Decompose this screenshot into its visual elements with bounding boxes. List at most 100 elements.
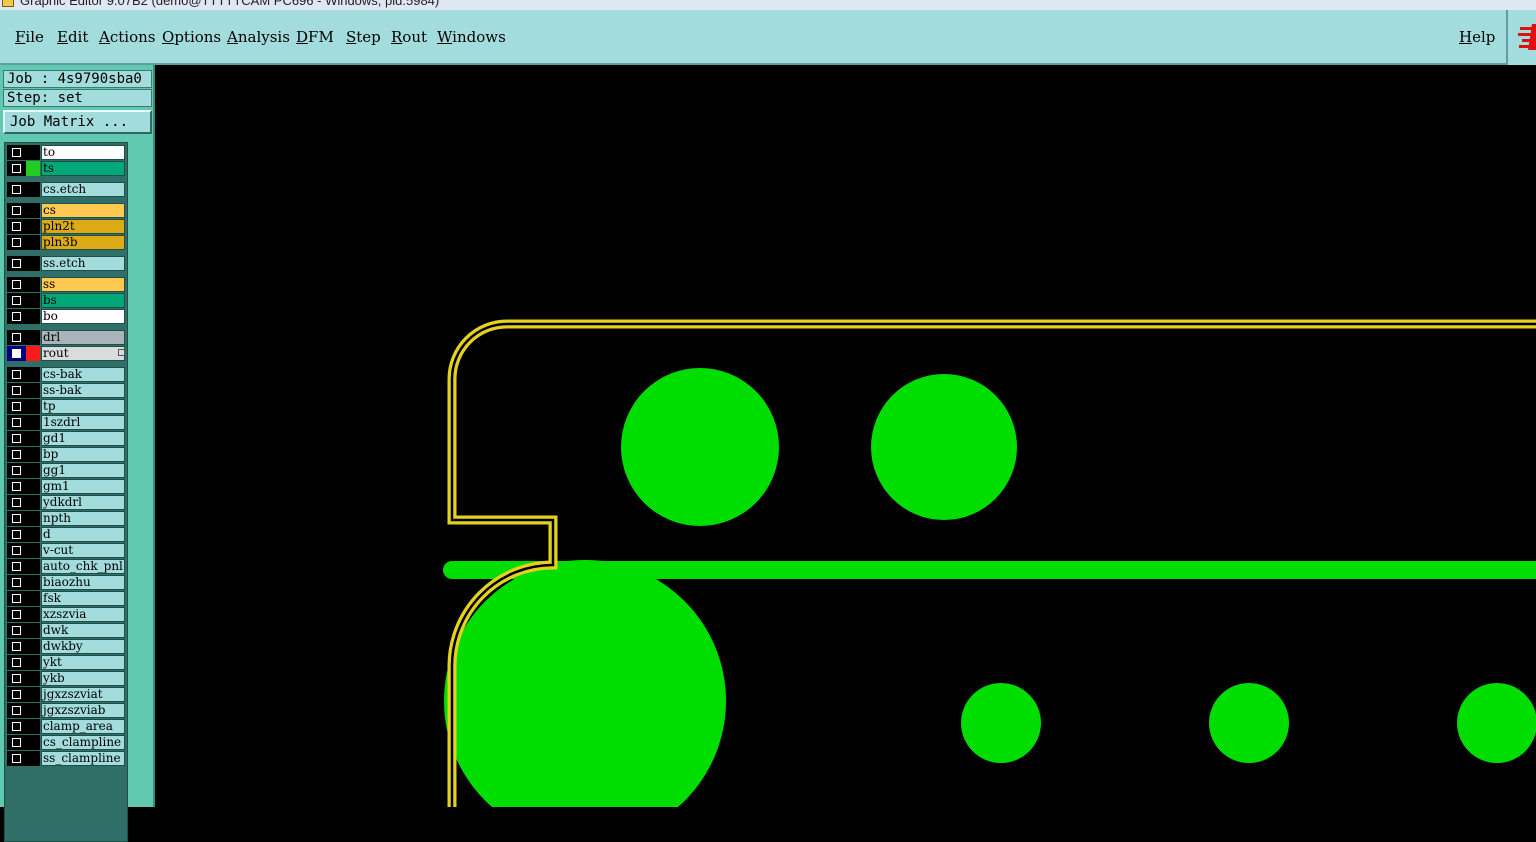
layer-row[interactable]: rout <box>5 346 127 362</box>
layer-row[interactable]: cs.etch <box>5 182 127 198</box>
layer-work-indicator[interactable] <box>26 346 40 361</box>
layer-row[interactable]: fsk <box>5 591 127 607</box>
layer-checkbox[interactable] <box>7 543 26 558</box>
layer-display-indicator[interactable] <box>26 511 40 526</box>
layer-row[interactable]: ykb <box>5 671 127 687</box>
layer-display-indicator[interactable] <box>26 751 40 766</box>
layer-row[interactable]: bp <box>5 447 127 463</box>
layer-row[interactable]: cs <box>5 203 127 219</box>
layer-checkbox[interactable] <box>7 431 26 446</box>
layer-display-indicator[interactable] <box>26 415 40 430</box>
layer-name[interactable]: drl <box>41 330 125 345</box>
layer-name[interactable]: ykt <box>41 655 125 670</box>
layer-checkbox[interactable] <box>7 346 26 361</box>
layer-display-indicator[interactable] <box>26 719 40 734</box>
layer-row[interactable]: pln2t <box>5 219 127 235</box>
menu-file[interactable]: File <box>15 28 44 46</box>
layer-display-indicator[interactable] <box>26 277 40 292</box>
layer-checkbox[interactable] <box>7 235 26 250</box>
layer-checkbox[interactable] <box>7 479 26 494</box>
layer-name[interactable]: ykb <box>41 671 125 686</box>
layer-display-indicator[interactable] <box>26 182 40 197</box>
layer-display-indicator[interactable] <box>26 479 40 494</box>
layer-checkbox[interactable] <box>7 415 26 430</box>
menu-options[interactable]: Options <box>162 28 221 46</box>
layer-display-indicator[interactable] <box>26 623 40 638</box>
layer-name[interactable]: d <box>41 527 125 542</box>
layer-name[interactable]: ss.etch <box>41 256 125 271</box>
layer-name[interactable]: jgxzszviab <box>41 703 125 718</box>
layer-display-indicator[interactable] <box>26 145 40 160</box>
menu-rout[interactable]: Rout <box>391 28 427 46</box>
layer-display-indicator[interactable] <box>26 447 40 462</box>
menu-analysis[interactable]: Analysis <box>227 28 290 46</box>
layer-checkbox[interactable] <box>7 145 26 160</box>
layer-checkbox[interactable] <box>7 309 26 324</box>
layer-row[interactable]: jgxzszviat <box>5 687 127 703</box>
layer-name[interactable]: ydkdrl <box>41 495 125 510</box>
layer-display-indicator[interactable] <box>26 559 40 574</box>
layer-name[interactable]: fsk <box>41 591 125 606</box>
layer-row[interactable]: clamp_area <box>5 719 127 735</box>
layer-display-indicator[interactable] <box>26 235 40 250</box>
layer-row[interactable]: pln3b <box>5 235 127 251</box>
layer-name[interactable]: 1szdrl <box>41 415 125 430</box>
layer-row[interactable]: bs <box>5 293 127 309</box>
layer-row[interactable]: ykt <box>5 655 127 671</box>
menu-dfm[interactable]: DFM <box>296 28 334 46</box>
layer-display-indicator[interactable] <box>26 543 40 558</box>
layer-display-indicator[interactable] <box>26 575 40 590</box>
layer-checkbox[interactable] <box>7 511 26 526</box>
layer-row[interactable]: ss <box>5 277 127 293</box>
layer-display-indicator[interactable] <box>26 293 40 308</box>
menu-step[interactable]: Step <box>346 28 381 46</box>
layer-name[interactable]: ss_clampline <box>41 751 125 766</box>
layer-row[interactable]: d <box>5 527 127 543</box>
layer-name[interactable]: xzszvia <box>41 607 125 622</box>
layer-checkbox[interactable] <box>7 591 26 606</box>
layer-name[interactable]: bs <box>41 293 125 308</box>
layer-checkbox[interactable] <box>7 447 26 462</box>
menu-edit[interactable]: Edit <box>57 28 88 46</box>
layer-name[interactable]: dwkby <box>41 639 125 654</box>
layer-row[interactable]: ss.etch <box>5 256 127 272</box>
layer-row[interactable]: biaozhu <box>5 575 127 591</box>
layer-checkbox[interactable] <box>7 575 26 590</box>
layer-row[interactable]: xzszvia <box>5 607 127 623</box>
menu-windows[interactable]: Windows <box>437 28 506 46</box>
layer-name[interactable]: dwk <box>41 623 125 638</box>
layer-checkbox[interactable] <box>7 330 26 345</box>
layer-checkbox[interactable] <box>7 383 26 398</box>
layer-row[interactable]: gm1 <box>5 479 127 495</box>
layer-checkbox[interactable] <box>7 463 26 478</box>
layer-row[interactable]: cs_clampline <box>5 735 127 751</box>
layer-name[interactable]: auto_chk_pnl <box>41 559 125 574</box>
layer-display-indicator[interactable] <box>26 203 40 218</box>
layer-checkbox[interactable] <box>7 655 26 670</box>
layer-display-indicator[interactable] <box>26 687 40 702</box>
layer-row[interactable]: cs-bak <box>5 367 127 383</box>
layer-display-indicator[interactable] <box>26 161 40 176</box>
layer-checkbox[interactable] <box>7 735 26 750</box>
layer-name[interactable]: gd1 <box>41 431 125 446</box>
layer-display-indicator[interactable] <box>26 655 40 670</box>
layer-row[interactable]: tp <box>5 399 127 415</box>
layer-display-indicator[interactable] <box>26 607 40 622</box>
layer-checkbox[interactable] <box>7 399 26 414</box>
layer-display-indicator[interactable] <box>26 527 40 542</box>
layer-name[interactable]: ss <box>41 277 125 292</box>
layer-display-indicator[interactable] <box>26 463 40 478</box>
layer-row[interactable]: v-cut <box>5 543 127 559</box>
layer-display-indicator[interactable] <box>26 735 40 750</box>
layer-checkbox[interactable] <box>7 607 26 622</box>
layer-checkbox[interactable] <box>7 277 26 292</box>
layer-row[interactable]: to <box>5 145 127 161</box>
layer-checkbox[interactable] <box>7 527 26 542</box>
layer-checkbox[interactable] <box>7 203 26 218</box>
layer-display-indicator[interactable] <box>26 383 40 398</box>
layer-row[interactable]: jgxzszviab <box>5 703 127 719</box>
layer-checkbox[interactable] <box>7 293 26 308</box>
layer-name[interactable]: cs <box>41 203 125 218</box>
layer-checkbox[interactable] <box>7 623 26 638</box>
layer-name[interactable]: ss-bak <box>41 383 125 398</box>
